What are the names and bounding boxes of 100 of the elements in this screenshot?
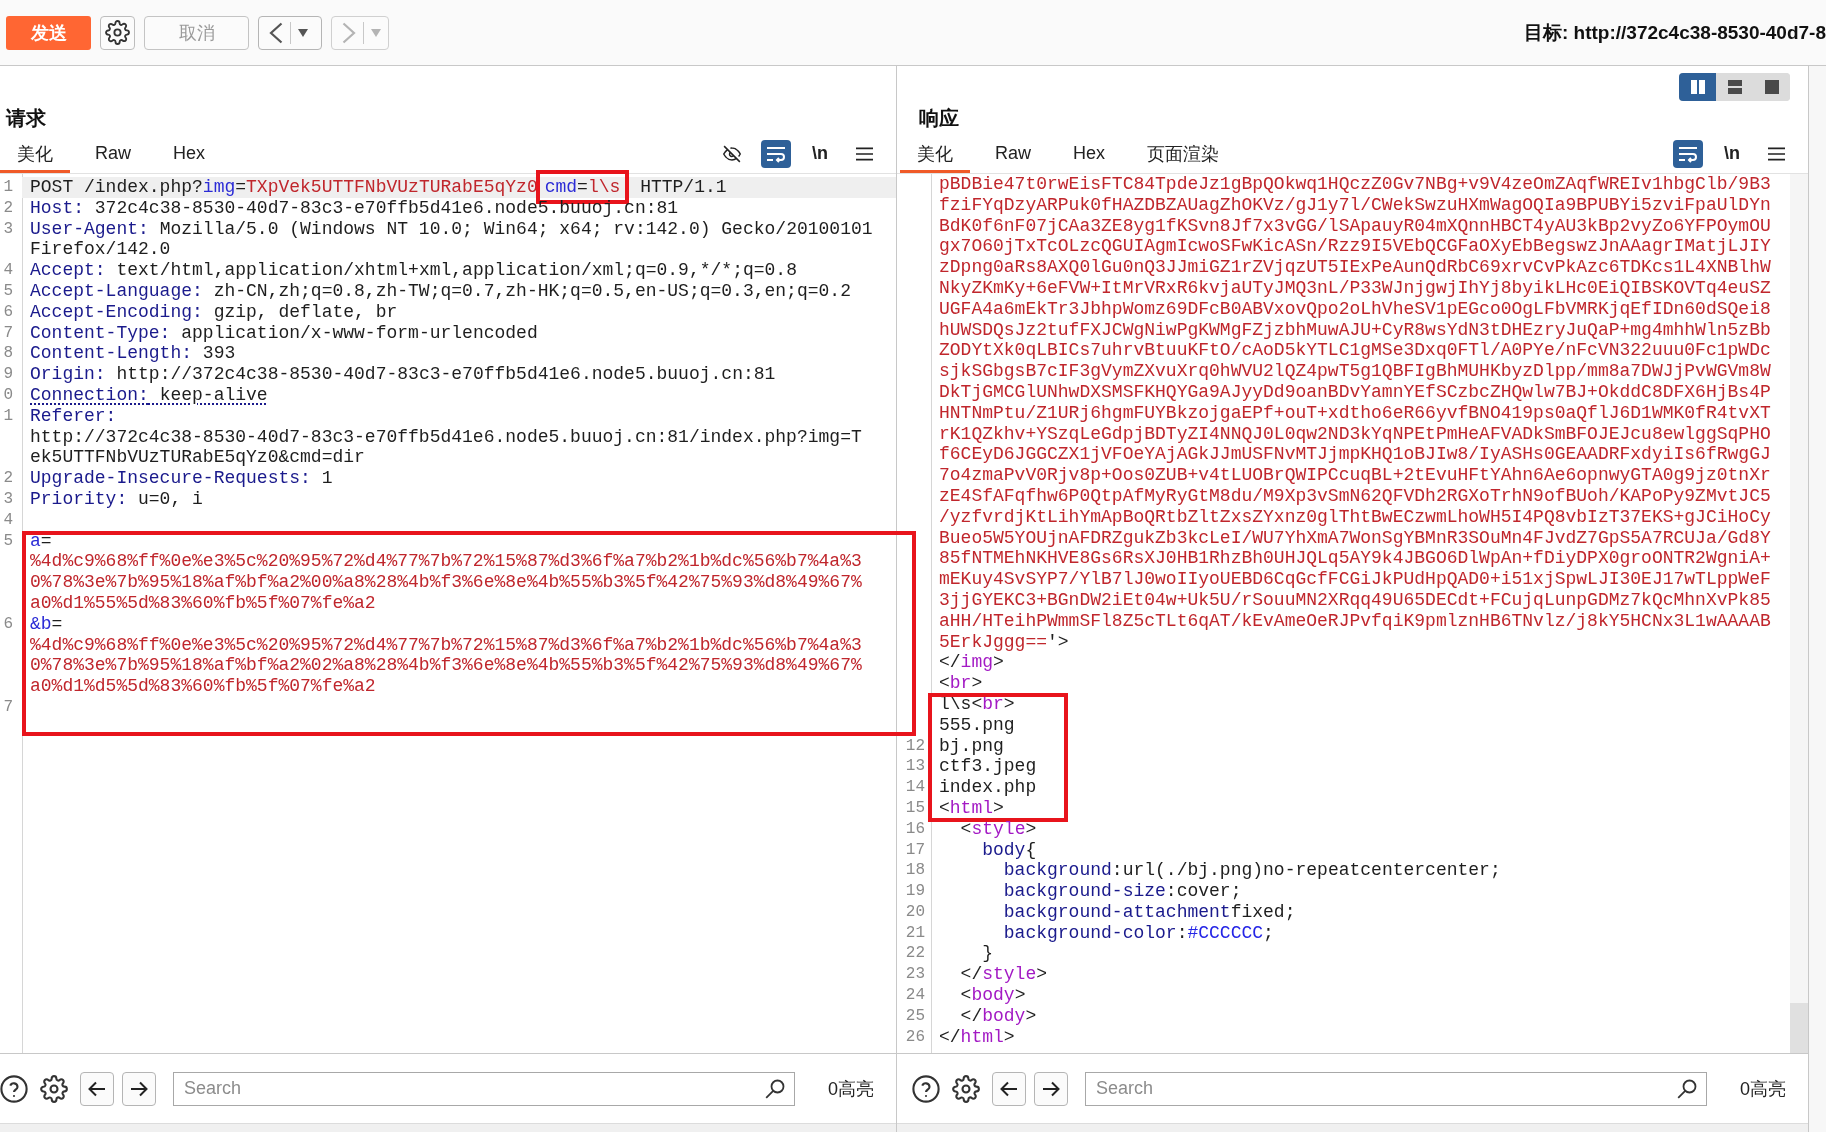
next-match-button[interactable] xyxy=(122,1071,156,1106)
line-number: 0 xyxy=(3,385,13,404)
code-text: 0%78%3e%7b%95%18%af%bf%a2%02%a8%28%4b%f3%6e%8e%4b%55%b3%5f%42%75%93%d8%49%67% xyxy=(30,655,862,676)
code-text: Content-Length: 393 xyxy=(30,343,236,364)
code-text: BdK0f6nF07jCAa3ZE8yg1fKSvn8Jf7x3vGG/lSApauyR04mXQnnHBCT4yAU3kBp2vyZo6YFPOymOU xyxy=(939,215,1771,236)
line-number: 4 xyxy=(3,261,13,280)
back-button[interactable] xyxy=(258,15,322,50)
code-text: &b= xyxy=(30,613,63,634)
code-text: ek5UTTFNbVUzTURabE5qYz0&cmd=dir xyxy=(30,447,365,468)
split-rows-icon xyxy=(1727,80,1742,94)
code-text: Host: 372c4c38-8530-40d7-83c3-e70ffb5d41e6.node5.buuoj.cn:81 xyxy=(30,197,679,218)
previous-match-button[interactable] xyxy=(80,1071,114,1106)
help-icon[interactable] xyxy=(912,1074,940,1103)
line-number: 8 xyxy=(3,344,13,363)
editor-tab[interactable]: Hex xyxy=(156,134,223,173)
highlight-count: 0高亮 xyxy=(828,1077,874,1101)
code-text: ctf3.jpeg xyxy=(939,756,1037,777)
line-number: 7 xyxy=(3,697,13,716)
scrollbar[interactable] xyxy=(1790,174,1808,1053)
line-number: 21 xyxy=(905,923,925,942)
line-number: 1 xyxy=(3,178,13,196)
code-text: NkyZKmKy+6eFVW+ItMrVRxR6kvjaUTyJMQ3nL/P33WJnjgwjIhYj8byikLHc0EiQIBSKOVTq4euSZ xyxy=(939,278,1771,298)
code-text: background-size:cover; xyxy=(1003,881,1242,902)
newline-toggle-button[interactable]: \n xyxy=(805,139,835,168)
editor-tab[interactable]: Hex xyxy=(1056,134,1123,173)
code-text: 7o4zmaPvV0Rjv8p+Oos0ZUB+v4tLUOBrQWIPCcuqBL+2tEvuHFtYAhn6Ae6opnwyGTA0g9jz0tnXr xyxy=(939,465,1771,486)
caret-icon xyxy=(298,28,308,37)
line-number: 6 xyxy=(3,302,13,321)
code-text: fziFYqDzyARPuk0fHAZDBZAUagZhOKVz/gJ1y7l/CWekSwzuHXmWagOQIa9BPUBYi5zviFpaUlDYn xyxy=(939,194,1771,215)
code-text: 5ErkJggg=='> xyxy=(939,631,1069,652)
arrow-left-icon xyxy=(88,1080,106,1097)
code-text: background-color:#CCCCCC; xyxy=(1003,922,1274,943)
code-text: Origin: http://372c4c38-8530-40d7-83c3-e70ffb5d41e6.node5.buuoj.cn:81 xyxy=(30,364,776,385)
target-url: 目标: http://372c4c38-8530-40d7-8 xyxy=(1524,20,1826,45)
line-number: 9 xyxy=(3,365,13,384)
code-text: gx7O60jTxTcOLzcQGUIAgmIcwoSFwKicASn/Rzz9I5VEbQCGFaOXyEbBegswzJnAAagrIMatjLJIY xyxy=(939,236,1771,257)
code-text: </style> xyxy=(960,964,1048,985)
previous-match-button[interactable] xyxy=(992,1071,1026,1106)
code-text: Referer: xyxy=(30,405,117,426)
code-text: UGFA4a6mEkTr3JbhpWomz69DFcB0ABVxovQpo2oLhVheSV1pEGco0OgLFbVMRKjqEfIDn60dSQei8 xyxy=(939,298,1771,319)
search-icon xyxy=(765,1078,785,1099)
code-text: cmd=l\s xyxy=(544,177,621,197)
code-text: Firefox/142.0 xyxy=(30,239,171,260)
code-text: %4d%c9%68%ff%0e%e3%5c%20%95%72%d4%77%7b%72%15%87%d3%6f%a7%b2%1b%dc%56%b7%4a%3 xyxy=(30,634,862,655)
next-match-button[interactable] xyxy=(1034,1071,1068,1106)
line-number: 22 xyxy=(905,944,925,963)
code-text: HTTP/1.1 xyxy=(639,177,727,197)
panel-title: 响应 xyxy=(919,105,959,131)
code-text: index.php xyxy=(939,777,1037,798)
line-number: 14 xyxy=(905,778,925,797)
code-text: background:url(./bj.png)no-repeatcentercenter; xyxy=(1003,860,1501,881)
code-text: %4d%c9%68%ff%0e%e3%5c%20%95%72%d4%77%7b%72%15%87%d3%6f%a7%b2%1b%dc%56%b7%4a%3 xyxy=(30,551,862,572)
code-text: Accept: text/html,application/xhtml+xml,application/xml;q=0.9,*/*;q=0.8 xyxy=(30,260,797,281)
layout-toggle-button[interactable] xyxy=(1679,73,1716,101)
line-number: 23 xyxy=(905,965,925,984)
line-number: 7 xyxy=(3,323,13,342)
code-text: f6CEyD6JGGCZX1jVFOeYAjAGkJJmUSFNvMTJjmpKHQ1oBJIw8/IyASHs0GEAADRFxdyiIs6fRwgGJ xyxy=(939,444,1771,465)
line-number: 4 xyxy=(3,510,13,529)
wrap-toggle-button[interactable] xyxy=(761,139,791,168)
code-text: a0%d1%d5%5d%83%60%fb%5f%07%fe%a2 xyxy=(30,676,376,697)
settings-icon[interactable] xyxy=(40,1074,68,1103)
line-number: 5 xyxy=(3,531,13,550)
line-number: 19 xyxy=(905,882,925,901)
chevron-left-icon xyxy=(269,21,283,44)
line-number: 20 xyxy=(905,902,925,921)
search-icon xyxy=(1677,1078,1697,1099)
line-number: 1 xyxy=(3,406,13,425)
code-text: rK1QZkhv+YSzqLeGdpjBDTyZI4NNQJ0L0qw2ND3kYqNPEtPmHeAFVADkSmBFOJEJcu8ewlggSqPHO xyxy=(939,423,1771,444)
line-number: 2 xyxy=(3,469,13,488)
code-text: ZODYtXk0qLBICs7uhrvBtuuKFtO/cAoD5kYTLC1gMSe3Dxq0FTl/A0PYe/nFcVN322uuu0Fc1pWDc xyxy=(939,340,1771,361)
search-field[interactable]: Search xyxy=(1085,1071,1707,1106)
code-text: aHH/HTeihPWmmSFl8Z5cTLt6qAT/kEvAmeOeRJPvfqiK9pmlznHB6TNvlz/j8kY5HCNx3L1wAAAAB xyxy=(939,610,1771,631)
line-number: 17 xyxy=(905,840,925,859)
code-text: Priority: u=0, i xyxy=(30,488,203,509)
settings-button[interactable] xyxy=(100,15,135,50)
code-text: </body> xyxy=(960,1005,1037,1026)
editor-tab[interactable]: 页面渲染 xyxy=(1130,134,1237,173)
code-text: 555.png xyxy=(939,714,1015,735)
code-text: <br> xyxy=(939,673,983,694)
code-text: </img> xyxy=(939,652,1004,673)
caret-icon xyxy=(371,28,381,37)
code-text: sjkSGbgsB7cIF3gVymZXvuXrq0hWVU2lQZ4pwT5g1QBFIgBhMUHKbyzDlpp/mm8a7DWJjPvWGVm8W xyxy=(939,361,1771,382)
editor-tab[interactable]: Raw xyxy=(78,134,148,173)
code-text: <body> xyxy=(960,985,1026,1006)
code-text: hUWSDQsJz2tufFXJCWgNiwPgKWMgFZjzbhMuwAJU+CyR8wsYdN3tDHEzryJuQaP+mg4mhhWln5zBb xyxy=(939,319,1771,340)
code-text: a= xyxy=(30,530,52,551)
line-number: 26 xyxy=(905,1027,925,1046)
editor-tab[interactable]: Raw xyxy=(978,134,1048,173)
code-text: Accept-Encoding: gzip, deflate, br xyxy=(30,301,398,322)
newline-toggle-button[interactable]: \n xyxy=(1717,139,1747,168)
settings-icon[interactable] xyxy=(952,1074,980,1103)
line-number: 15 xyxy=(905,798,925,817)
search-field[interactable]: Search xyxy=(173,1071,795,1106)
single-pane-icon xyxy=(1764,80,1779,94)
code-text: Bueo5W5YOUjnAFDRZgukZb3kcLeI/WU7YhXmA7WonSgYBMnR3SOuMn4FJvdZ7GpS5A7RCUJa/Gd8Y xyxy=(939,527,1771,548)
scrollbar-thumb[interactable] xyxy=(1790,1003,1808,1053)
wrap-toggle-button[interactable] xyxy=(1673,139,1703,168)
help-icon[interactable] xyxy=(0,1074,28,1103)
panel-title: 请求 xyxy=(6,105,46,131)
settings-icon xyxy=(105,20,130,45)
